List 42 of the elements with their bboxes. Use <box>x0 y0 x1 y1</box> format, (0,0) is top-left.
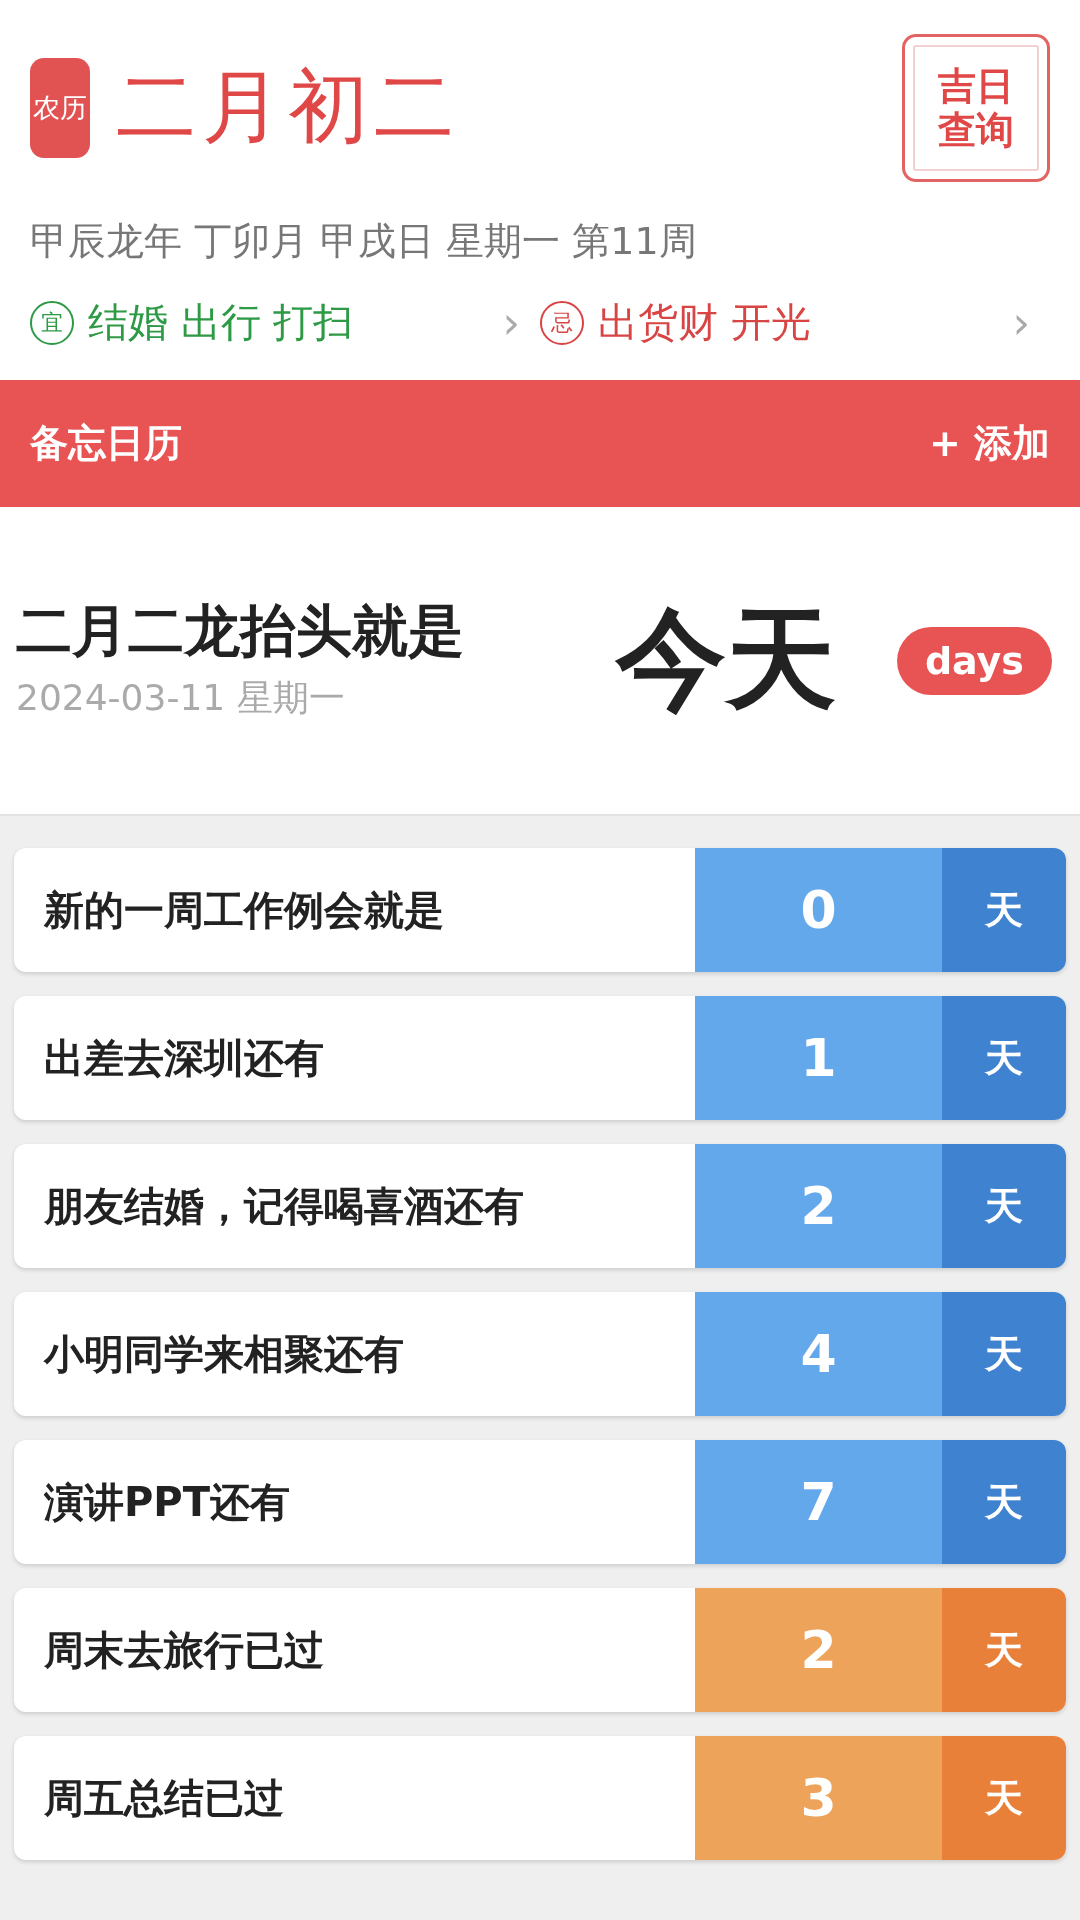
event-unit: 天 <box>942 1440 1066 1564</box>
event-count: 2 <box>695 1588 942 1712</box>
event-count: 2 <box>695 1144 942 1268</box>
event-row[interactable]: 周末去旅行已过 2 天 <box>14 1588 1066 1712</box>
days-badge: days <box>896 626 1052 695</box>
event-title: 小明同学来相聚还有 <box>42 1329 405 1379</box>
event-title: 周五总结已过 <box>43 1773 285 1823</box>
event-row[interactable]: 朋友结婚，记得喝喜酒还有 2 天 <box>14 1144 1066 1268</box>
add-button[interactable]: + 添加 <box>928 418 1050 469</box>
event-count: 0 <box>695 848 942 972</box>
lucky-day-lookup-button[interactable]: 吉日查询 <box>902 34 1050 182</box>
event-row[interactable]: 新的一周工作例会就是 0 天 <box>14 848 1066 972</box>
ganzhi-date: 甲辰龙年 丁卯月 甲戌日 星期一 第11周 <box>30 218 698 265</box>
event-row[interactable]: 出差去深圳还有 1 天 <box>14 996 1066 1120</box>
event-unit: 天 <box>942 996 1066 1120</box>
almanac-items: 出货财 开光 <box>598 298 812 347</box>
event-title: 演讲PPT还有 <box>43 1477 291 1527</box>
almanac-mark: 宜 <box>30 300 74 345</box>
event-count: 1 <box>695 996 942 1120</box>
lunar-date: 二月初二 <box>116 59 460 155</box>
almanac-items: 结婚 出行 打扫 <box>88 298 355 347</box>
memo-title: 备忘日历 <box>30 420 182 467</box>
event-count: 4 <box>695 1292 942 1416</box>
event-count: 3 <box>695 1736 942 1860</box>
event-unit: 天 <box>942 1588 1066 1712</box>
featured-count: 今天 <box>616 594 836 725</box>
event-title: 周末去旅行已过 <box>43 1625 325 1675</box>
event-count: 7 <box>695 1440 942 1564</box>
almanac-mark: 忌 <box>540 300 584 345</box>
event-unit: 天 <box>942 848 1066 972</box>
featured-title: 二月二龙抬头就是 <box>16 598 465 664</box>
event-title: 朋友结婚，记得喝喜酒还有 <box>43 1181 525 1231</box>
event-unit: 天 <box>942 1292 1066 1416</box>
event-title: 新的一周工作例会就是 <box>43 885 445 935</box>
event-title: 出差去深圳还有 <box>43 1033 325 1083</box>
lunar-badge: 农历 <box>30 58 90 158</box>
featured-date: 2024-03-11 星期一 <box>16 676 346 720</box>
event-row[interactable]: 周五总结已过 3 天 <box>14 1736 1066 1860</box>
event-unit: 天 <box>942 1144 1066 1268</box>
event-row[interactable]: 小明同学来相聚还有 4 天 <box>14 1292 1066 1416</box>
event-unit: 天 <box>942 1736 1066 1860</box>
event-row[interactable]: 演讲PPT还有 7 天 <box>14 1440 1066 1564</box>
